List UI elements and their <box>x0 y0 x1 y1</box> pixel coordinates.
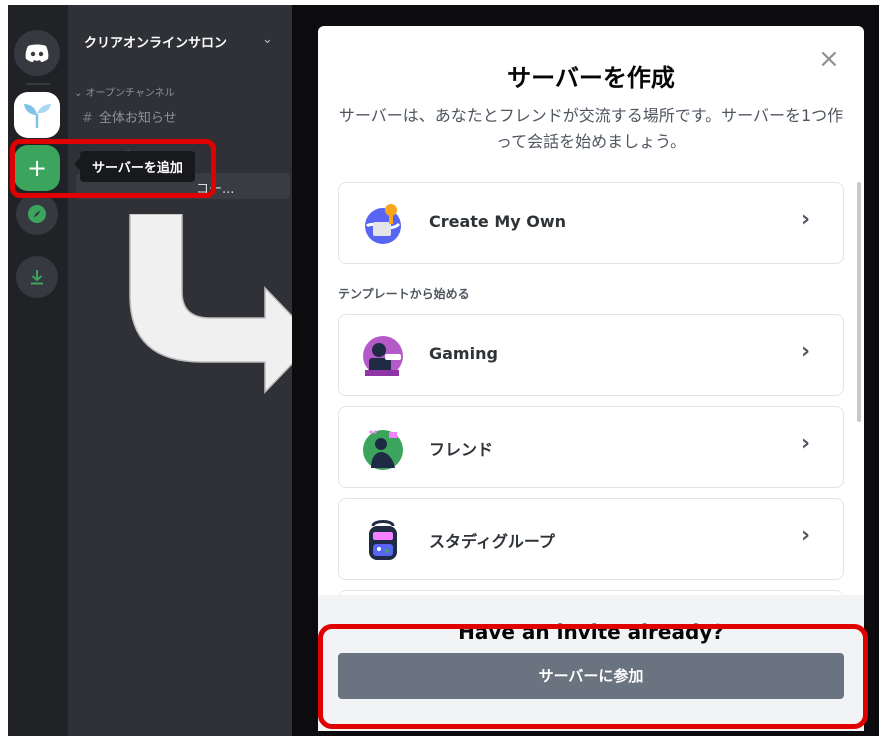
highlight-box-join-server <box>318 624 868 729</box>
close-icon[interactable]: × <box>818 46 840 72</box>
chevron-right-icon: › <box>801 523 811 548</box>
server-name[interactable]: クリアオンラインサロン <box>84 32 227 51</box>
download-icon <box>31 270 43 285</box>
server-rail: + <box>8 5 68 736</box>
modal-description: サーバーは、あなたとフレンドが交流する場所です。サーバーを1つ作って会話を始めま… <box>338 106 844 151</box>
explore-servers-button[interactable] <box>16 193 58 235</box>
flow-arrow-icon <box>129 214 317 394</box>
template-label: Gaming <box>429 344 498 363</box>
rail-separator <box>26 83 50 85</box>
globe-build-icon <box>365 204 401 244</box>
sprout-logo-icon <box>24 104 51 128</box>
template-gaming[interactable]: Gaming › <box>338 314 844 396</box>
backpack-icon <box>369 520 397 560</box>
channel-item-announcements[interactable]: # 全体お知らせ <box>82 107 177 126</box>
category-header[interactable]: ⌄ オープンチャンネル <box>74 84 175 99</box>
template-study-group[interactable]: スタディグループ › <box>338 498 844 580</box>
chevron-down-icon[interactable]: ⌄ <box>262 32 273 47</box>
template-label: スタディグループ <box>429 532 555 551</box>
modal-title: サーバーを作成 <box>507 64 675 92</box>
chevron-right-icon: › <box>801 339 811 364</box>
discord-logo-icon <box>25 44 49 62</box>
gaming-avatar-icon <box>363 336 403 376</box>
modal-scrollbar[interactable] <box>857 182 861 422</box>
chevron-right-icon: › <box>801 207 811 232</box>
template-section-label: テンプレートから始める <box>338 287 470 301</box>
server-icon-salon[interactable] <box>14 92 60 138</box>
chevron-right-icon: › <box>801 431 811 456</box>
hash-icon: # <box>82 111 93 126</box>
highlight-box-add-server <box>10 139 216 198</box>
create-my-own-option[interactable]: Create My Own › <box>338 182 844 264</box>
friends-avatar-icon <box>363 430 403 470</box>
compass-icon <box>28 205 46 223</box>
discord-home-button[interactable] <box>14 30 60 76</box>
template-label: フレンド <box>429 440 494 459</box>
download-apps-button[interactable] <box>16 256 58 298</box>
template-friends[interactable]: フレンド › <box>338 406 844 488</box>
create-my-own-label: Create My Own <box>429 212 567 231</box>
